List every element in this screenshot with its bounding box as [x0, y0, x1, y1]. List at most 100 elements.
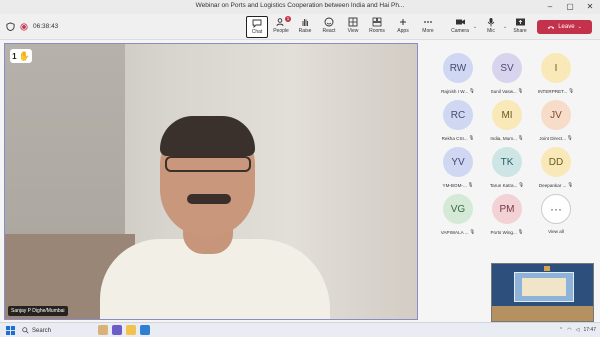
participant-name: VAPIWALA ... [440, 229, 469, 235]
muted-mic-icon: 🎙 [467, 182, 474, 187]
microphone-icon [487, 18, 495, 27]
participant-tile[interactable]: I INTERPRET... 🎙 [530, 53, 582, 101]
participant-name-row: Ports Wing... 🎙 [481, 229, 533, 235]
share-icon [515, 18, 525, 26]
leave-options-chevron-icon: ⌄ [577, 24, 582, 30]
camera-icon [455, 19, 465, 25]
share-button[interactable]: Share [509, 16, 531, 38]
mic-label: Mic [487, 28, 495, 34]
speaker-glasses [165, 156, 251, 172]
share-label: Share [513, 28, 527, 34]
hand-icon [302, 19, 308, 26]
rooms-button[interactable]: Rooms [366, 16, 388, 38]
raise-hand-button[interactable]: Raise [294, 16, 316, 38]
camera-options-chevron-icon[interactable]: ⌄ [473, 24, 477, 30]
chat-label: Chat [251, 29, 263, 35]
participant-tile[interactable]: JV Joint Direct... 🎙 [530, 100, 582, 148]
apps-button[interactable]: Apps [392, 16, 414, 38]
apps-icon [400, 19, 406, 25]
participant-tile[interactable]: VG VAPIWALA ... 🎙 [432, 194, 484, 242]
shield-icon [6, 22, 15, 31]
smiley-icon [324, 17, 334, 27]
speaker-name-tag: Sanjay P Dighe/Mumbai [8, 306, 68, 316]
muted-mic-icon: 🎙 [517, 88, 524, 93]
participant-tile[interactable]: YV YM-BOM-... 🎙 [432, 147, 484, 195]
participant-tile[interactable]: SV Sunil Vasw... 🎙 [481, 53, 533, 101]
meeting-status: 06:38:43 [6, 22, 58, 31]
people-button[interactable]: 1 People [270, 16, 292, 38]
room-table [492, 306, 593, 321]
participant-name: Rajnish I W... [441, 88, 469, 94]
participant-tile[interactable]: TK Tarun Katra... 🎙 [481, 147, 533, 195]
participant-name: Rekha CSI... [441, 135, 468, 141]
teams-app-icon[interactable] [112, 325, 122, 335]
participant-avatar: MI [492, 100, 522, 130]
phone-hangup-icon [548, 26, 555, 29]
meeting-timer: 06:38:43 [33, 23, 59, 30]
window-title: Webinar on Ports and Logistics Cooperati… [195, 2, 405, 9]
view-all-tile[interactable]: ··· View all [530, 194, 582, 242]
chat-icon [252, 19, 262, 28]
more-label: More [422, 28, 434, 34]
speaker-hair [160, 116, 255, 156]
shared-room-video-thumbnail[interactable] [491, 263, 594, 322]
chat-button[interactable]: Chat [246, 16, 268, 38]
participant-name: Ports Wing... [490, 229, 517, 235]
participant-avatar: JV [541, 100, 571, 130]
speaker-mustache [187, 194, 231, 204]
participant-name-row: Rajnish I W... 🎙 [432, 88, 484, 94]
participant-tile[interactable]: RC Rekha CSI... 🎙 [432, 100, 484, 148]
participant-name: YM-BOM-... [442, 182, 467, 188]
participant-avatar: YV [443, 147, 473, 177]
participant-name-row: View all [530, 229, 582, 234]
main-video-stage[interactable]: 1 ✋ Sanjay P Dighe/Mumbai [4, 43, 418, 320]
more-icon [424, 21, 432, 23]
system-tray: ⌃ ◠ ◁ 17:47 [559, 327, 596, 333]
apps-label: Apps [397, 28, 409, 34]
raised-hands-indicator[interactable]: 1 ✋ [10, 49, 32, 63]
participant-name-row: Rekha CSI... 🎙 [432, 135, 484, 141]
wifi-icon[interactable]: ◠ [567, 327, 571, 333]
raised-hand-icon: ✋ [18, 50, 30, 61]
muted-mic-icon: 🎙 [469, 229, 476, 234]
muted-mic-icon: 🎙 [517, 229, 524, 234]
mic-button[interactable]: Mic [480, 16, 502, 38]
react-button[interactable]: React [318, 16, 340, 38]
participant-name-row: Tarun Katra... 🎙 [481, 182, 533, 188]
participant-tile[interactable]: RW Rajnish I W... 🎙 [432, 53, 484, 101]
participant-tile[interactable]: MI India, Mum... 🎙 [481, 100, 533, 148]
file-explorer-icon[interactable] [126, 325, 136, 335]
camera-label: Camera [451, 28, 469, 34]
participant-tile[interactable]: PM Ports Wing... 🎙 [481, 194, 533, 242]
participant-avatar: I [541, 53, 571, 83]
participant-avatar: PM [492, 194, 522, 224]
leave-button[interactable]: Leave ⌄ [537, 20, 592, 34]
participant-name-row: Sunil Vasw... 🎙 [481, 88, 533, 94]
taskbar-app-icon[interactable] [98, 325, 108, 335]
browser-icon[interactable] [140, 325, 150, 335]
view-label: View [347, 28, 359, 34]
participant-avatar: TK [492, 147, 522, 177]
windows-start-icon[interactable] [6, 326, 15, 335]
minimize-button[interactable]: – [540, 1, 560, 13]
volume-icon[interactable]: ◁ [576, 327, 580, 333]
close-window-button[interactable]: ✕ [580, 1, 600, 13]
mic-options-chevron-icon[interactable]: ⌄ [503, 24, 507, 30]
tray-chevron-icon[interactable]: ⌃ [559, 327, 563, 333]
muted-mic-icon: 🎙 [517, 135, 524, 140]
title-bar: Webinar on Ports and Logistics Cooperati… [0, 0, 600, 14]
muted-mic-icon: 🎙 [568, 88, 575, 93]
taskbar-search-label: Search [32, 327, 52, 334]
maximize-button[interactable]: ▢ [560, 1, 580, 13]
taskbar-search[interactable]: Search [22, 326, 51, 335]
raised-hands-count: 1 [12, 51, 17, 61]
clock[interactable]: 17:47 [583, 327, 596, 333]
participant-name: View all [548, 229, 564, 234]
view-button[interactable]: View [342, 16, 364, 38]
camera-button[interactable]: Camera [449, 16, 471, 38]
people-label: People [273, 28, 289, 34]
more-button[interactable]: More [417, 16, 439, 38]
people-count-badge: 1 [285, 16, 291, 22]
participant-tile[interactable]: DD Deepankar ... 🎙 [530, 147, 582, 195]
participant-name: Deepankar ... [538, 182, 567, 188]
